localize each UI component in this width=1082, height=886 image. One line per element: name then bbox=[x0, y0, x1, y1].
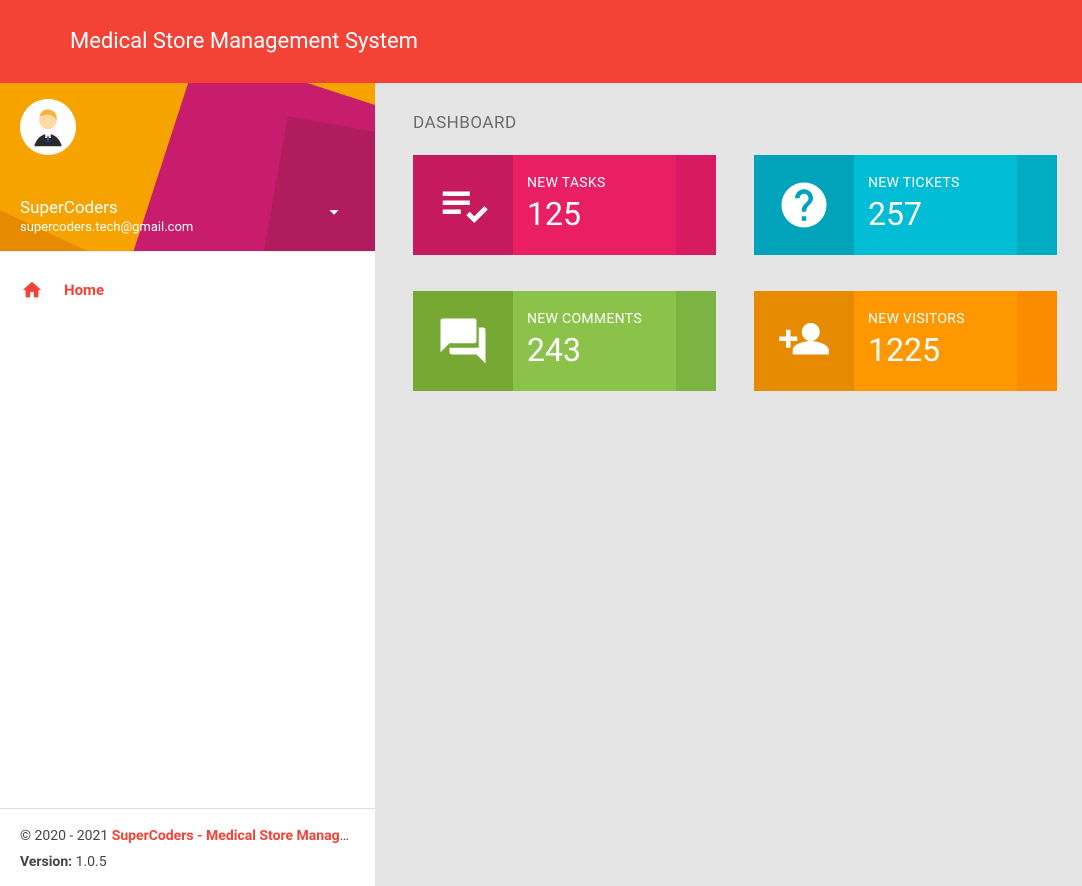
forum-icon bbox=[413, 291, 513, 391]
stat-card-visitors[interactable]: NEW VISITORS 1225 bbox=[754, 291, 1057, 391]
stat-value: 125 bbox=[527, 195, 606, 233]
stat-value: 243 bbox=[527, 331, 642, 369]
stat-card-comments[interactable]: NEW COMMENTS 243 bbox=[413, 291, 716, 391]
sidebar-menu: Home bbox=[0, 251, 375, 808]
stat-label: NEW VISITORS bbox=[868, 311, 965, 327]
person-add-icon bbox=[754, 291, 854, 391]
sidebar-item-label: Home bbox=[64, 281, 104, 299]
help-icon bbox=[754, 155, 854, 255]
topbar: Medical Store Management System bbox=[0, 0, 1082, 83]
user-name: SuperCoders bbox=[20, 198, 193, 218]
stat-label: NEW TASKS bbox=[527, 175, 606, 191]
user-panel: SuperCoders supercoders.tech@gmail.com bbox=[0, 83, 375, 251]
user-menu-toggle[interactable] bbox=[323, 201, 345, 235]
home-icon bbox=[20, 279, 44, 301]
dashboard-cards: NEW TASKS 125 NEW TICKETS 257 bbox=[413, 155, 1057, 391]
stat-value: 257 bbox=[868, 195, 960, 233]
footer-link[interactable]: SuperCoders - Medical Store Management S… bbox=[112, 828, 355, 844]
footer-copyright: © 2020 - 2021 bbox=[20, 828, 112, 844]
user-email: supercoders.tech@gmail.com bbox=[20, 220, 193, 235]
footer-version-label: Version: bbox=[20, 854, 72, 870]
footer-version-value: 1.0.5 bbox=[72, 854, 106, 870]
main-content: DASHBOARD NEW TASKS 125 NEW TICKETS 25 bbox=[375, 83, 1082, 886]
chevron-down-icon bbox=[323, 201, 345, 223]
avatar[interactable] bbox=[20, 99, 76, 155]
stat-label: NEW TICKETS bbox=[868, 175, 960, 191]
sidebar-item-home[interactable]: Home bbox=[0, 266, 375, 314]
playlist-check-icon bbox=[413, 155, 513, 255]
stat-card-tickets[interactable]: NEW TICKETS 257 bbox=[754, 155, 1057, 255]
stat-label: NEW COMMENTS bbox=[527, 311, 642, 327]
stat-card-tasks[interactable]: NEW TASKS 125 bbox=[413, 155, 716, 255]
stat-value: 1225 bbox=[868, 331, 965, 369]
app-title: Medical Store Management System bbox=[70, 29, 418, 54]
sidebar-footer: © 2020 - 2021 SuperCoders - Medical Stor… bbox=[0, 808, 375, 886]
page-title: DASHBOARD bbox=[413, 113, 1057, 133]
sidebar: SuperCoders supercoders.tech@gmail.com H… bbox=[0, 83, 375, 886]
